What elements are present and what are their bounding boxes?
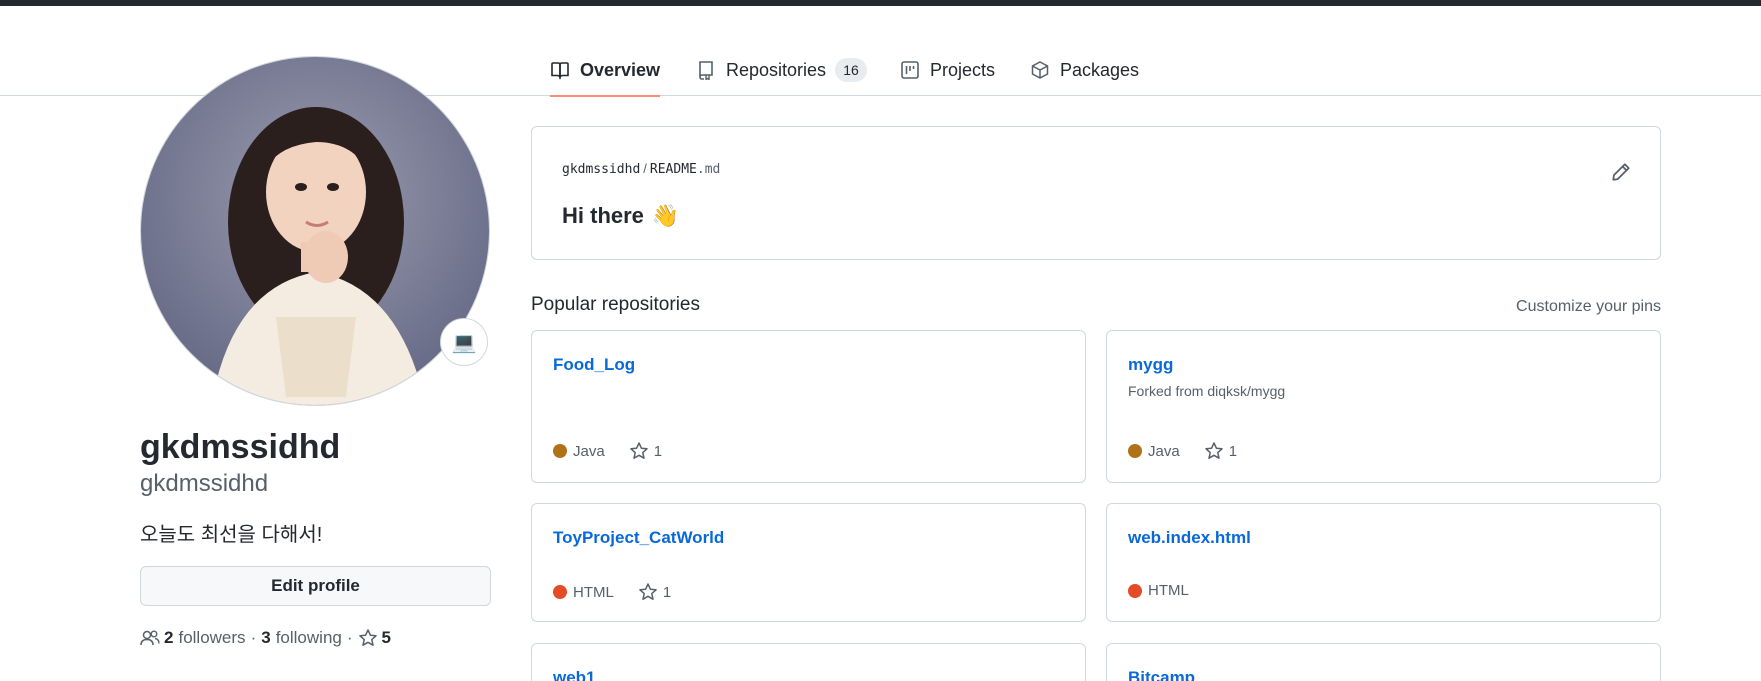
customize-pins-link[interactable]: Customize your pins bbox=[1516, 298, 1661, 316]
laptop-icon: 💻 bbox=[451, 331, 477, 354]
waving-hand-icon: 👋 bbox=[651, 203, 680, 228]
repo-name-link[interactable]: Bitcamp bbox=[1128, 668, 1195, 681]
language-color-dot bbox=[553, 585, 567, 599]
repo-name-link[interactable]: web1 bbox=[553, 668, 596, 681]
profile-fullname: gkdmssidhd bbox=[140, 428, 341, 466]
readme-owner[interactable]: gkdmssidhd bbox=[562, 162, 640, 177]
pencil-icon[interactable] bbox=[1610, 161, 1632, 183]
star-icon bbox=[639, 583, 657, 600]
repo-stars-link[interactable]: 1 bbox=[638, 582, 671, 602]
repo-meta: HTML 1 bbox=[553, 582, 671, 602]
people-icon bbox=[140, 630, 160, 646]
repo-language: HTML bbox=[573, 583, 614, 601]
book-icon bbox=[551, 62, 569, 80]
package-icon bbox=[1031, 61, 1049, 79]
repo-stars-link[interactable]: 1 bbox=[1204, 441, 1237, 461]
star-icon bbox=[629, 442, 648, 459]
star-icon bbox=[1204, 442, 1223, 459]
star-icon bbox=[358, 629, 377, 646]
follow-stats: 2 followers · 3 following · 5 bbox=[140, 628, 396, 648]
language-color-dot bbox=[1128, 583, 1142, 598]
tab-repositories[interactable]: Repositories 16 bbox=[696, 44, 868, 96]
repo-name-link[interactable]: mygg bbox=[1128, 355, 1173, 375]
repo-forked-from: Forked from diqksk/mygg bbox=[1128, 383, 1286, 399]
followers-link[interactable]: 2 followers bbox=[164, 628, 246, 648]
tab-packages-label: Packages bbox=[1060, 59, 1140, 80]
project-icon bbox=[901, 61, 919, 79]
repo-card: web.index.html HTML bbox=[1106, 503, 1661, 622]
set-status-button[interactable]: 💻 bbox=[440, 318, 488, 366]
repo-card: mygg Forked from diqksk/mygg Java 1 bbox=[1106, 330, 1661, 483]
avatar[interactable] bbox=[140, 56, 490, 406]
repositories-count-badge: 16 bbox=[835, 58, 868, 82]
profile-bio: 오늘도 최선을 다해서! bbox=[140, 524, 323, 546]
repo-language: Java bbox=[1148, 442, 1180, 460]
readme-file[interactable]: README bbox=[650, 162, 697, 177]
language-color-dot bbox=[553, 444, 567, 458]
tab-projects-label: Projects bbox=[930, 59, 996, 80]
tab-overview[interactable]: Overview bbox=[550, 44, 661, 97]
language-color-dot bbox=[1128, 444, 1142, 458]
repo-name-link[interactable]: web.index.html bbox=[1128, 528, 1251, 548]
repo-card: Bitcamp bbox=[1106, 643, 1661, 681]
repo-meta: Java 1 bbox=[1128, 441, 1237, 461]
tab-overview-label: Overview bbox=[580, 59, 661, 80]
following-link[interactable]: 3 following bbox=[261, 628, 342, 648]
tab-packages[interactable]: Packages bbox=[1030, 44, 1139, 96]
repo-language: Java bbox=[573, 442, 605, 460]
repo-card: web1 bbox=[531, 643, 1086, 681]
tab-projects[interactable]: Projects bbox=[900, 44, 995, 96]
repo-card: Food_Log Java 1 bbox=[531, 330, 1086, 483]
repo-meta: HTML bbox=[1128, 582, 1189, 599]
stars-link[interactable]: 5 bbox=[358, 628, 396, 648]
repo-name-link[interactable]: Food_Log bbox=[553, 355, 635, 375]
tab-repositories-label: Repositories bbox=[726, 59, 827, 80]
top-header-bar bbox=[0, 0, 1761, 6]
repo-language: HTML bbox=[1148, 582, 1189, 599]
repo-stars-link[interactable]: 1 bbox=[629, 441, 662, 461]
readme-path: gkdmssidhd / README.md bbox=[562, 161, 721, 177]
repo-card: ToyProject_CatWorld HTML 1 bbox=[531, 503, 1086, 622]
profile-login: gkdmssidhd bbox=[140, 470, 269, 497]
repo-name-link[interactable]: ToyProject_CatWorld bbox=[553, 528, 724, 548]
repo-icon bbox=[699, 61, 713, 80]
repo-meta: Java 1 bbox=[553, 441, 662, 461]
readme-heading: Hi there 👋 bbox=[562, 203, 680, 228]
popular-repositories-heading: Popular repositories bbox=[531, 294, 700, 315]
readme-card: gkdmssidhd / README.md Hi there 👋 bbox=[531, 126, 1661, 260]
edit-profile-button[interactable]: Edit profile bbox=[140, 566, 491, 606]
avatar-image bbox=[141, 57, 489, 405]
